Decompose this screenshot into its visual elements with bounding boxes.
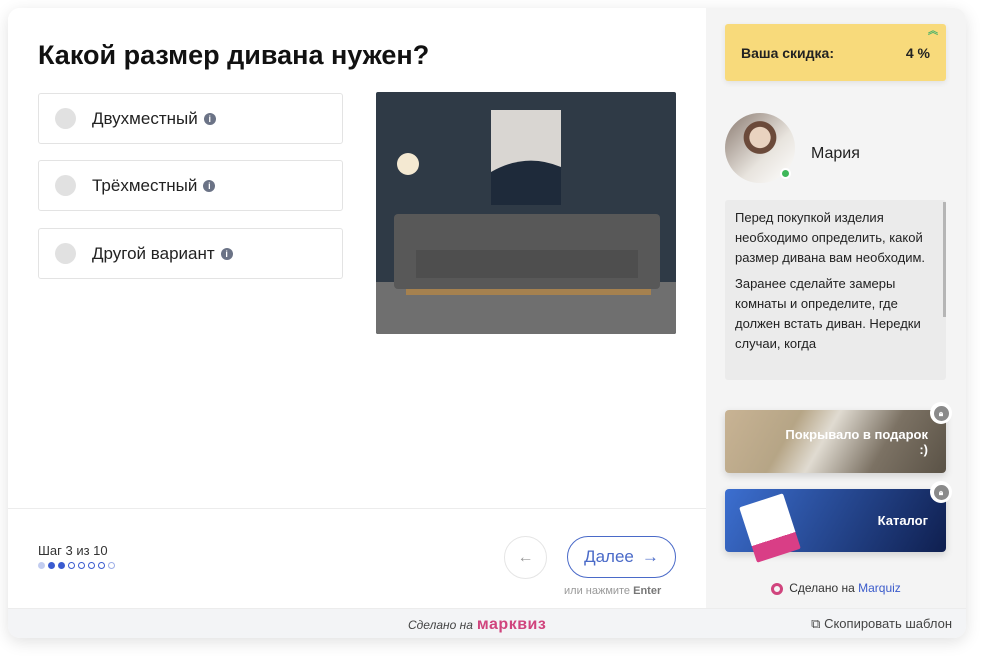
progress-dot	[58, 562, 65, 569]
progress-dot	[98, 562, 105, 569]
copy-icon: ⧉	[811, 616, 825, 631]
bonus-blanket[interactable]: Покрывало в подарок :) 🔒︎	[725, 402, 952, 473]
lock-icon: 🔒︎	[930, 481, 952, 503]
bonus-catalog[interactable]: Каталог 🔒︎	[725, 481, 952, 563]
discount-box: Ваша скидка: 4 % ︽	[725, 24, 946, 81]
divider	[8, 508, 706, 509]
radio[interactable]	[55, 243, 76, 264]
catalog-image	[739, 493, 801, 563]
enter-hint: или нажмите Enter	[564, 585, 661, 597]
progress-dot	[38, 562, 45, 569]
message-paragraph: Заранее сделайте замеры комнаты и опреде…	[735, 276, 921, 351]
info-icon[interactable]: i	[220, 247, 233, 260]
quiz-main: Какой размер дивана нужен? Двухместный i …	[8, 8, 706, 608]
chat-bubble: Перед покупкой изделия необходимо опреде…	[725, 200, 946, 380]
footer-made-with[interactable]: Сделано на марквиз	[408, 616, 546, 634]
copy-label: Скопировать шаблон	[824, 616, 952, 631]
option-label: Другой вариант	[92, 243, 215, 263]
radio[interactable]	[55, 175, 76, 196]
scrollbar[interactable]	[943, 202, 946, 317]
option-three-seat[interactable]: Трёхместный i	[38, 160, 343, 211]
radio[interactable]	[55, 108, 76, 129]
quiz-card: Какой размер дивана нужен? Двухместный i …	[8, 8, 966, 638]
sofa-image	[376, 92, 676, 334]
manager-name: Мария	[811, 145, 860, 162]
hint-text: или нажмите	[564, 585, 631, 597]
question-title: Какой размер дивана нужен?	[38, 40, 430, 70]
sidebar: Ваша скидка: 4 % ︽ Мария Перед покупкой из…	[706, 8, 966, 608]
discount-value: 4 %	[905, 44, 930, 61]
progress-dot	[48, 562, 55, 569]
made-with: Сделано на Marquiz	[706, 581, 966, 595]
made-text: Сделано на	[408, 618, 473, 632]
progress-dot	[108, 562, 115, 569]
arrow-left-icon: ←	[517, 548, 534, 566]
message-paragraph: Перед покупкой изделия необходимо опреде…	[735, 210, 926, 265]
lock-icon: 🔒︎	[930, 402, 952, 424]
bonus-label: Покрывало в подарок :)	[785, 426, 928, 457]
info-icon[interactable]: i	[203, 112, 216, 125]
progress-dot	[68, 562, 75, 569]
next-label: Далее	[584, 547, 634, 566]
marquiz-link[interactable]: Marquiz	[858, 581, 901, 595]
info-icon[interactable]: i	[203, 179, 216, 192]
progress-dot	[88, 562, 95, 569]
hint-key: Enter	[633, 585, 662, 597]
sofa-illustration	[376, 110, 676, 334]
option-label: Двухместный	[92, 108, 198, 128]
next-button[interactable]: Далее →	[567, 536, 676, 578]
chevrons-up-icon: ︽	[928, 26, 938, 37]
option-label: Трёхместный	[92, 175, 198, 195]
online-indicator	[780, 168, 791, 179]
discount-label: Ваша скидка:	[741, 44, 834, 61]
arrow-right-icon: →	[641, 547, 659, 566]
bonus-label: Каталог	[877, 513, 928, 528]
option-two-seat[interactable]: Двухместный i	[38, 93, 343, 144]
made-text: Сделано на	[789, 581, 855, 595]
back-button[interactable]: ←	[504, 536, 547, 579]
progress-dot	[78, 562, 85, 569]
step-counter: Шаг 3 из 10	[38, 543, 108, 558]
option-other[interactable]: Другой вариант i	[38, 228, 343, 279]
progress-dots	[38, 562, 115, 569]
footer-bar: Сделано на марквиз ⧉ Скопировать шаблон	[8, 608, 966, 638]
marquiz-logo-icon	[771, 582, 784, 595]
copy-template-button[interactable]: ⧉ Скопировать шаблон	[811, 616, 952, 632]
brand-logo: марквиз	[476, 616, 547, 633]
